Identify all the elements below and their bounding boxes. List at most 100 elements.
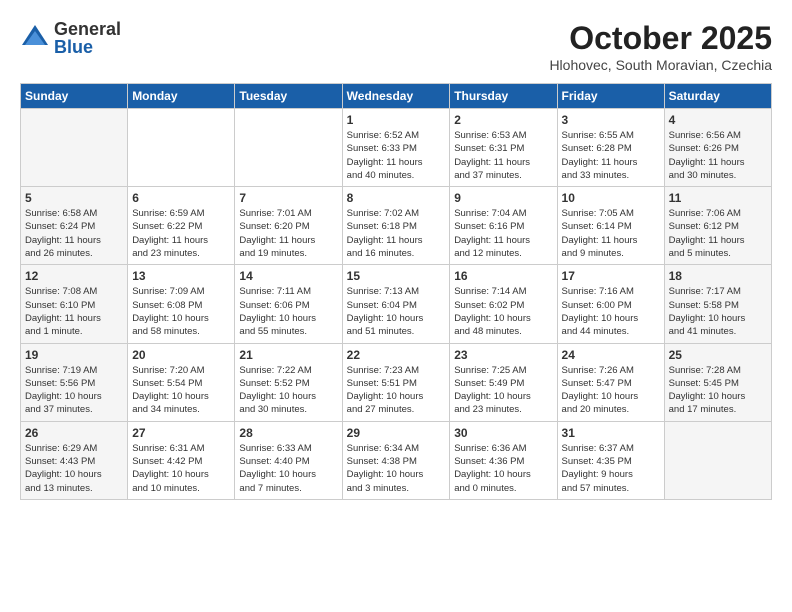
day-number: 5 [25,191,123,205]
day-number: 18 [669,269,767,283]
day-info: Sunrise: 7:16 AMSunset: 6:00 PMDaylight:… [562,285,660,338]
calendar-cell: 30 Sunrise: 6:36 AMSunset: 4:36 PMDayligh… [450,421,557,499]
day-number: 16 [454,269,552,283]
day-info: Sunrise: 6:52 AMSunset: 6:33 PMDaylight:… [347,129,446,182]
calendar-cell: 18 Sunrise: 7:17 AMSunset: 5:58 PMDayligh… [664,265,771,343]
day-info: Sunrise: 7:02 AMSunset: 6:18 PMDaylight:… [347,207,446,260]
day-info: Sunrise: 7:09 AMSunset: 6:08 PMDaylight:… [132,285,230,338]
day-number: 6 [132,191,230,205]
day-number: 8 [347,191,446,205]
day-number: 11 [669,191,767,205]
calendar-cell: 19 Sunrise: 7:19 AMSunset: 5:56 PMDayligh… [21,343,128,421]
day-info: Sunrise: 6:29 AMSunset: 4:43 PMDaylight:… [25,442,123,495]
calendar-cell: 7 Sunrise: 7:01 AMSunset: 6:20 PMDaylight… [235,187,342,265]
day-info: Sunrise: 7:25 AMSunset: 5:49 PMDaylight:… [454,364,552,417]
day-info: Sunrise: 7:28 AMSunset: 5:45 PMDaylight:… [669,364,767,417]
calendar-cell: 22Sunrise: 7:23 AMSunset: 5:51 PMDayligh… [342,343,450,421]
calendar-week-2: 5 Sunrise: 6:58 AMSunset: 6:24 PMDaylight… [21,187,772,265]
calendar-cell: 28 Sunrise: 6:33 AMSunset: 4:40 PMDayligh… [235,421,342,499]
day-number: 19 [25,348,123,362]
calendar-cell: 16 Sunrise: 7:14 AMSunset: 6:02 PMDayligh… [450,265,557,343]
page-header: General Blue October 2025 Hlohovec, Sout… [20,20,772,73]
day-number: 13 [132,269,230,283]
day-number: 10 [562,191,660,205]
calendar-cell: 17 Sunrise: 7:16 AMSunset: 6:00 PMDayligh… [557,265,664,343]
weekday-header-row: SundayMondayTuesdayWednesdayThursdayFrid… [21,84,772,109]
calendar-week-4: 19 Sunrise: 7:19 AMSunset: 5:56 PMDayligh… [21,343,772,421]
day-number: 28 [239,426,337,440]
calendar-cell: 12Sunrise: 7:08 AMSunset: 6:10 PMDayligh… [21,265,128,343]
day-number: 24 [562,348,660,362]
calendar-cell [664,421,771,499]
calendar-cell: 29 Sunrise: 6:34 AMSunset: 4:38 PMDayligh… [342,421,450,499]
calendar-cell: 13 Sunrise: 7:09 AMSunset: 6:08 PMDayligh… [128,265,235,343]
day-number: 30 [454,426,552,440]
month-title: October 2025 [549,20,772,57]
day-number: 26 [25,426,123,440]
calendar-cell: 3 Sunrise: 6:55 AMSunset: 6:28 PMDaylight… [557,109,664,187]
calendar-cell [235,109,342,187]
day-info: Sunrise: 6:33 AMSunset: 4:40 PMDaylight:… [239,442,337,495]
day-info: Sunrise: 7:13 AMSunset: 6:04 PMDaylight:… [347,285,446,338]
day-number: 7 [239,191,337,205]
day-info: Sunrise: 7:17 AMSunset: 5:58 PMDaylight:… [669,285,767,338]
calendar-week-5: 26 Sunrise: 6:29 AMSunset: 4:43 PMDayligh… [21,421,772,499]
calendar-cell: 27Sunrise: 6:31 AMSunset: 4:42 PMDayligh… [128,421,235,499]
day-number: 20 [132,348,230,362]
calendar-cell: 5 Sunrise: 6:58 AMSunset: 6:24 PMDaylight… [21,187,128,265]
calendar-cell: 9Sunrise: 7:04 AMSunset: 6:16 PMDaylight… [450,187,557,265]
day-number: 17 [562,269,660,283]
day-info: Sunrise: 7:14 AMSunset: 6:02 PMDaylight:… [454,285,552,338]
day-info: Sunrise: 7:26 AMSunset: 5:47 PMDaylight:… [562,364,660,417]
calendar-week-1: 1Sunrise: 6:52 AMSunset: 6:33 PMDaylight… [21,109,772,187]
weekday-header-saturday: Saturday [664,84,771,109]
day-number: 29 [347,426,446,440]
calendar-cell: 21 Sunrise: 7:22 AMSunset: 5:52 PMDayligh… [235,343,342,421]
calendar-cell: 6 Sunrise: 6:59 AMSunset: 6:22 PMDaylight… [128,187,235,265]
calendar-week-3: 12Sunrise: 7:08 AMSunset: 6:10 PMDayligh… [21,265,772,343]
day-info: Sunrise: 6:37 AMSunset: 4:35 PMDaylight:… [562,442,660,495]
day-info: Sunrise: 7:22 AMSunset: 5:52 PMDaylight:… [239,364,337,417]
weekday-header-monday: Monday [128,84,235,109]
day-info: Sunrise: 7:20 AMSunset: 5:54 PMDaylight:… [132,364,230,417]
day-info: Sunrise: 6:58 AMSunset: 6:24 PMDaylight:… [25,207,123,260]
day-info: Sunrise: 6:36 AMSunset: 4:36 PMDaylight:… [454,442,552,495]
weekday-header-friday: Friday [557,84,664,109]
weekday-header-thursday: Thursday [450,84,557,109]
day-number: 14 [239,269,337,283]
day-info: Sunrise: 7:19 AMSunset: 5:56 PMDaylight:… [25,364,123,417]
day-number: 4 [669,113,767,127]
weekday-header-wednesday: Wednesday [342,84,450,109]
day-info: Sunrise: 6:53 AMSunset: 6:31 PMDaylight:… [454,129,552,182]
calendar-cell: 10Sunrise: 7:05 AMSunset: 6:14 PMDayligh… [557,187,664,265]
logo: General Blue [20,20,121,56]
logo-blue-label: Blue [54,38,121,56]
calendar-cell: 23 Sunrise: 7:25 AMSunset: 5:49 PMDayligh… [450,343,557,421]
day-info: Sunrise: 7:01 AMSunset: 6:20 PMDaylight:… [239,207,337,260]
calendar-cell: 2Sunrise: 6:53 AMSunset: 6:31 PMDaylight… [450,109,557,187]
calendar-cell: 31 Sunrise: 6:37 AMSunset: 4:35 PMDayligh… [557,421,664,499]
day-number: 31 [562,426,660,440]
calendar-cell: 25Sunrise: 7:28 AMSunset: 5:45 PMDayligh… [664,343,771,421]
weekday-header-sunday: Sunday [21,84,128,109]
calendar-cell: 11Sunrise: 7:06 AMSunset: 6:12 PMDayligh… [664,187,771,265]
calendar-cell: 1Sunrise: 6:52 AMSunset: 6:33 PMDaylight… [342,109,450,187]
calendar-cell: 4Sunrise: 6:56 AMSunset: 6:26 PMDaylight… [664,109,771,187]
day-number: 23 [454,348,552,362]
day-number: 21 [239,348,337,362]
day-number: 3 [562,113,660,127]
logo-text: General Blue [54,20,121,56]
day-number: 27 [132,426,230,440]
title-block: October 2025 Hlohovec, South Moravian, C… [549,20,772,73]
calendar-cell: 14 Sunrise: 7:11 AMSunset: 6:06 PMDayligh… [235,265,342,343]
calendar-cell: 15Sunrise: 7:13 AMSunset: 6:04 PMDayligh… [342,265,450,343]
calendar-cell [128,109,235,187]
day-info: Sunrise: 7:08 AMSunset: 6:10 PMDaylight:… [25,285,123,338]
day-info: Sunrise: 7:11 AMSunset: 6:06 PMDaylight:… [239,285,337,338]
day-info: Sunrise: 7:23 AMSunset: 5:51 PMDaylight:… [347,364,446,417]
logo-icon [20,23,50,53]
day-info: Sunrise: 6:55 AMSunset: 6:28 PMDaylight:… [562,129,660,182]
calendar-cell: 26 Sunrise: 6:29 AMSunset: 4:43 PMDayligh… [21,421,128,499]
day-info: Sunrise: 6:59 AMSunset: 6:22 PMDaylight:… [132,207,230,260]
day-info: Sunrise: 6:34 AMSunset: 4:38 PMDaylight:… [347,442,446,495]
